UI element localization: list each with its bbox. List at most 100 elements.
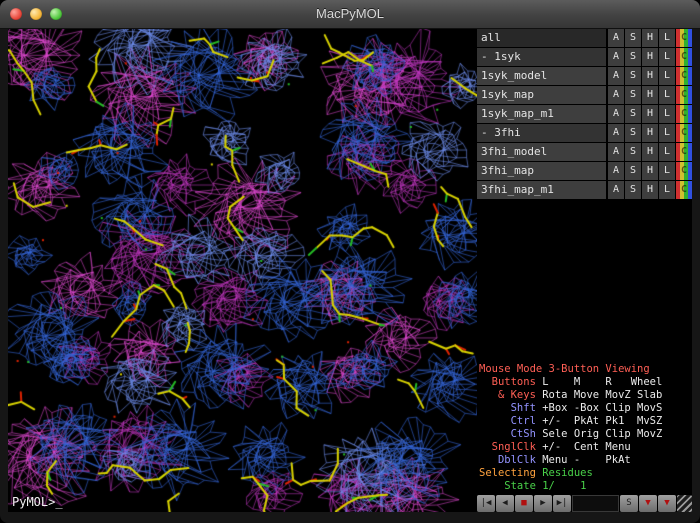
action-h-button[interactable]: H — [642, 105, 658, 123]
action-l-button[interactable]: L — [659, 86, 675, 104]
titlebar[interactable]: MacPyMOL — [0, 0, 700, 29]
action-s-button[interactable]: S — [625, 29, 641, 47]
action-s-button[interactable]: S — [625, 48, 641, 66]
macpymol-window: MacPyMOL PyMOL>_ allASHLC- 1sykASHLC1syk… — [0, 0, 700, 523]
movie-buttons-main: |◀◀■▶▶| — [477, 495, 571, 512]
action-a-button[interactable]: A — [608, 67, 624, 85]
action-h-button[interactable]: H — [642, 86, 658, 104]
object-name-3fhi-map-m1[interactable]: 3fhi_map_m1 — [477, 181, 606, 199]
action-s-button[interactable]: S — [625, 86, 641, 104]
window-controls — [10, 8, 62, 20]
action-c-button[interactable]: C — [676, 105, 692, 123]
singleclick-row: SnglClk +/- Cent Menu — [479, 441, 690, 454]
action-l-button[interactable]: L — [659, 143, 675, 161]
object-row: 1syk_map_m1ASHLC — [477, 105, 692, 123]
action-c-button[interactable]: C — [676, 124, 692, 142]
menu-toggle-left-button[interactable]: ▼ — [639, 495, 657, 512]
mouse-panel-text: Residues — [542, 467, 593, 479]
action-a-button[interactable]: A — [608, 105, 624, 123]
mouse-panel-text: Shft — [479, 402, 542, 414]
action-c-button[interactable]: C — [676, 29, 692, 47]
frame-display — [572, 495, 619, 512]
movie-end-button[interactable]: ▶| — [553, 495, 571, 512]
minimize-button[interactable] — [30, 8, 42, 20]
shift-row: Shft +Box -Box Clip MovS — [479, 402, 690, 415]
state-indicator[interactable]: State 1/ 1 — [479, 480, 690, 493]
action-h-button[interactable]: H — [642, 162, 658, 180]
object-name-3fhi[interactable]: - 3fhi — [477, 124, 606, 142]
object-name-1syk-map-m1[interactable]: 1syk_map_m1 — [477, 105, 606, 123]
object-name-1syk-map[interactable]: 1syk_map — [477, 86, 606, 104]
action-s-button[interactable]: S — [625, 143, 641, 161]
action-a-button[interactable]: A — [608, 124, 624, 142]
object-name-1syk[interactable]: - 1syk — [477, 48, 606, 66]
action-l-button[interactable]: L — [659, 124, 675, 142]
action-l-button[interactable]: L — [659, 162, 675, 180]
action-h-button[interactable]: H — [642, 143, 658, 161]
mouse-panel-text: Buttons — [479, 376, 542, 388]
action-l-button[interactable]: L — [659, 105, 675, 123]
action-h-button[interactable]: H — [642, 48, 658, 66]
object-row: 1syk_mapASHLC — [477, 86, 692, 104]
object-row: - 1sykASHLC — [477, 48, 692, 66]
ctsh-row: CtSh Sele Orig Clip MovZ — [479, 428, 690, 441]
action-l-button[interactable]: L — [659, 29, 675, 47]
action-c-button[interactable]: C — [676, 48, 692, 66]
action-s-button[interactable]: S — [625, 162, 641, 180]
movie-rewind-button[interactable]: |◀ — [477, 495, 495, 512]
action-s-button[interactable]: S — [625, 181, 641, 199]
object-name-all[interactable]: all — [477, 29, 606, 47]
mouse-panel-text: Ctrl — [479, 415, 542, 427]
action-a-button[interactable]: A — [608, 48, 624, 66]
action-a-button[interactable]: A — [608, 143, 624, 161]
action-c-button[interactable]: C — [676, 181, 692, 199]
action-c-button[interactable]: C — [676, 86, 692, 104]
selecting-mode-toggle[interactable]: Selecting Residues — [479, 467, 690, 480]
doubleclick-row: DblClk Menu - PkAt — [479, 454, 690, 467]
movie-back-button[interactable]: ◀ — [496, 495, 514, 512]
action-h-button[interactable]: H — [642, 29, 658, 47]
action-h-button[interactable]: H — [642, 124, 658, 142]
movie-play-button[interactable]: ▶ — [534, 495, 552, 512]
action-s-button[interactable]: S — [625, 67, 641, 85]
scene-button[interactable]: S — [620, 495, 638, 512]
object-row: allASHLC — [477, 29, 692, 47]
mouse-panel-text: CtSh — [479, 428, 542, 440]
movie-stop-button[interactable]: ■ — [515, 495, 533, 512]
object-name-3fhi-model[interactable]: 3fhi_model — [477, 143, 606, 161]
action-c-button[interactable]: C — [676, 143, 692, 161]
mouse-panel-text: Rota Move MovZ Slab — [542, 389, 662, 401]
action-s-button[interactable]: S — [625, 105, 641, 123]
action-h-button[interactable]: H — [642, 67, 658, 85]
mouse-panel-text: +/- Cent Menu — [542, 441, 631, 453]
molecular-render-canvas[interactable] — [8, 29, 477, 512]
action-c-button[interactable]: C — [676, 67, 692, 85]
mouse-panel-text: Sele Orig Clip MovZ — [542, 428, 662, 440]
action-a-button[interactable]: A — [608, 86, 624, 104]
action-s-button[interactable]: S — [625, 124, 641, 142]
action-l-button[interactable]: L — [659, 67, 675, 85]
close-button[interactable] — [10, 8, 22, 20]
window-title: MacPyMOL — [0, 0, 700, 28]
action-l-button[interactable]: L — [659, 48, 675, 66]
action-a-button[interactable]: A — [608, 181, 624, 199]
action-a-button[interactable]: A — [608, 162, 624, 180]
command-prompt[interactable]: PyMOL>_ — [12, 495, 63, 509]
object-name-1syk-model[interactable]: 1syk_model — [477, 67, 606, 85]
object-row: 3fhi_modelASHLC — [477, 143, 692, 161]
mouse-panel-text: & Keys — [479, 389, 542, 401]
action-c-button[interactable]: C — [676, 162, 692, 180]
mouse-panel-text: DblClk — [479, 454, 542, 466]
action-h-button[interactable]: H — [642, 181, 658, 199]
menu-toggle-right-button[interactable]: ▼ — [658, 495, 676, 512]
action-l-button[interactable]: L — [659, 181, 675, 199]
object-name-3fhi-map[interactable]: 3fhi_map — [477, 162, 606, 180]
object-row: - 3fhiASHLC — [477, 124, 692, 142]
mouse-mode-toggle[interactable]: Mouse Mode 3-Button Viewing — [479, 363, 690, 376]
zoom-button[interactable] — [50, 8, 62, 20]
action-a-button[interactable]: A — [608, 29, 624, 47]
mouse-panel-text: SnglClk — [479, 441, 542, 453]
mouse-panel-text: 1/ 1 — [542, 480, 586, 492]
resize-grip[interactable] — [677, 495, 692, 512]
mouse-mode-panel: Mouse Mode 3-Button Viewing Buttons L M … — [477, 361, 692, 495]
